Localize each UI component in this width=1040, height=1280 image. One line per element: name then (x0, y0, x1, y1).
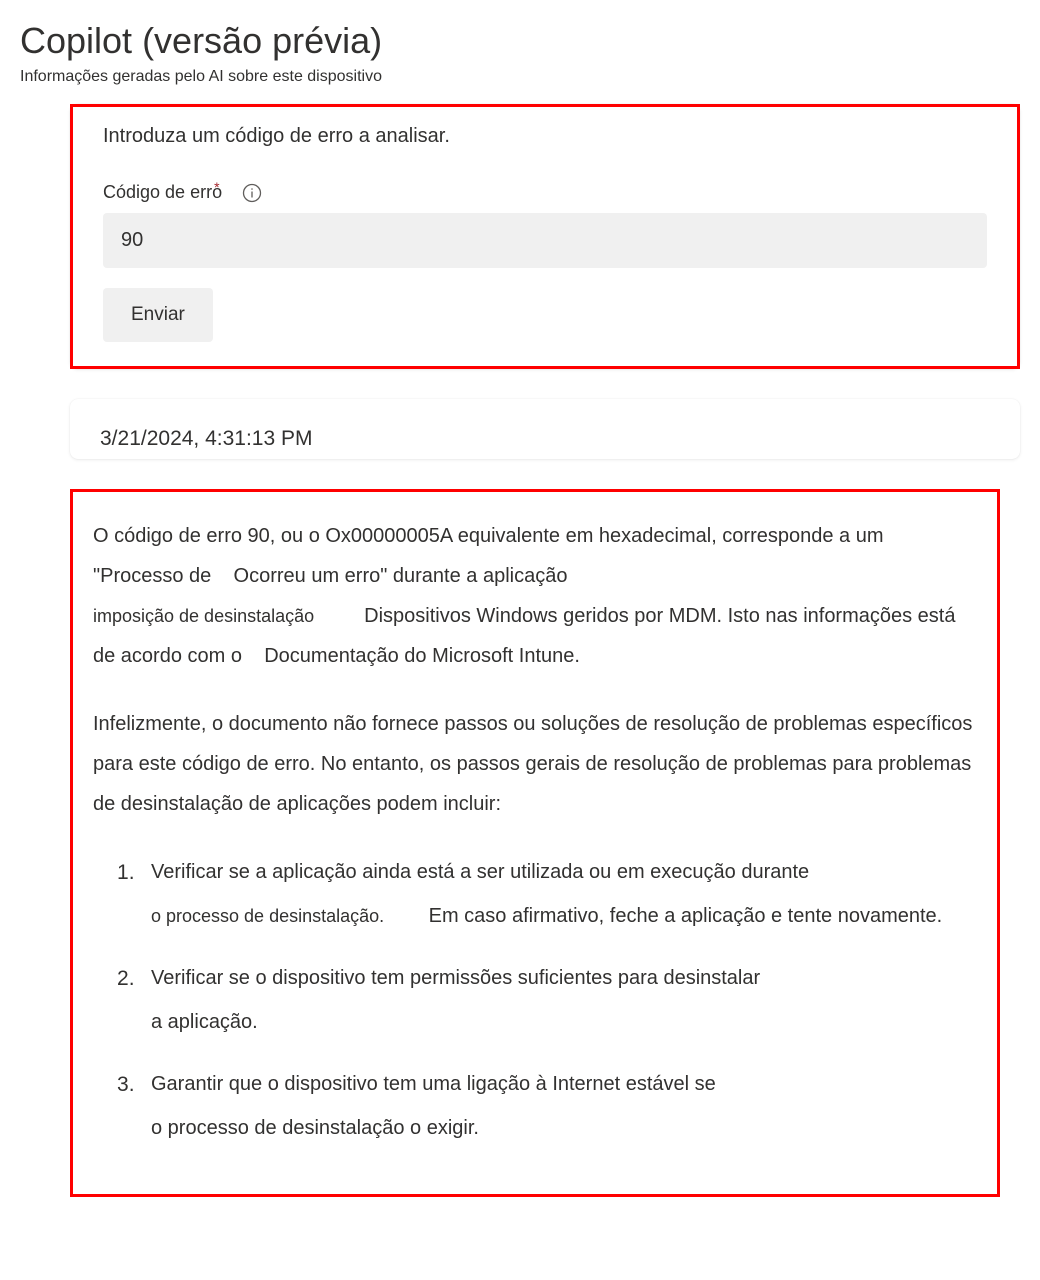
step1-line2b: Em caso afirmativo, feche a aplicação e … (429, 905, 943, 927)
field-label-row: Código de erro* (103, 182, 987, 203)
resp-p1-e: Documentação do Microsoft Intune. (264, 645, 580, 667)
error-code-label-text: Código de erro (103, 182, 222, 202)
resp-p1-c: imposição de desinstalação (93, 606, 314, 626)
error-input-card: Introduza um código de erro a analisar. … (70, 104, 1020, 369)
error-input-highlight-box: Introduza um código de erro a analisar. … (70, 104, 1020, 369)
response-highlight-box: O código de erro 90, ou o Ox00000005A eq… (70, 489, 1000, 1197)
list-item: Garantir que o dispositivo tem uma ligaç… (151, 1064, 977, 1148)
input-instruction: Introduza um código de erro a analisar. (103, 125, 987, 148)
page-title: Copilot (versão prévia) (20, 20, 1020, 62)
response-paragraph-1: O código de erro 90, ou o Ox00000005A eq… (93, 516, 977, 676)
list-item: Verificar se a aplicação ainda está a se… (151, 852, 977, 936)
step1-line2a: o processo de desinstalação. (151, 906, 384, 926)
response-card: 3/21/2024, 4:31:13 PM (70, 399, 1020, 459)
error-code-input[interactable] (103, 213, 987, 268)
error-code-label: Código de erro* (103, 182, 228, 203)
troubleshoot-steps-list: Verificar se a aplicação ainda está a se… (93, 852, 977, 1148)
info-icon[interactable] (242, 183, 262, 203)
required-indicator: * (214, 179, 219, 195)
step1-line1: Verificar se a aplicação ainda está a se… (151, 861, 809, 883)
page-subtitle: Informações geradas pelo AI sobre este d… (20, 68, 1020, 86)
step2-line1: Verificar se o dispositivo tem permissõe… (151, 967, 760, 989)
step3-line1: Garantir que o dispositivo tem uma ligaç… (151, 1073, 716, 1095)
list-item: Verificar se o dispositivo tem permissõe… (151, 958, 977, 1042)
step3-line2: o processo de desinstalação o exigir. (151, 1108, 977, 1148)
step2-line2: a aplicação. (151, 1002, 977, 1042)
submit-button[interactable]: Enviar (103, 288, 213, 342)
response-paragraph-2: Infelizmente, o documento não fornece pa… (93, 704, 977, 824)
resp-p1-b: Ocorreu um erro" durante a aplicação (234, 565, 568, 587)
response-timestamp: 3/21/2024, 4:31:13 PM (100, 427, 990, 451)
